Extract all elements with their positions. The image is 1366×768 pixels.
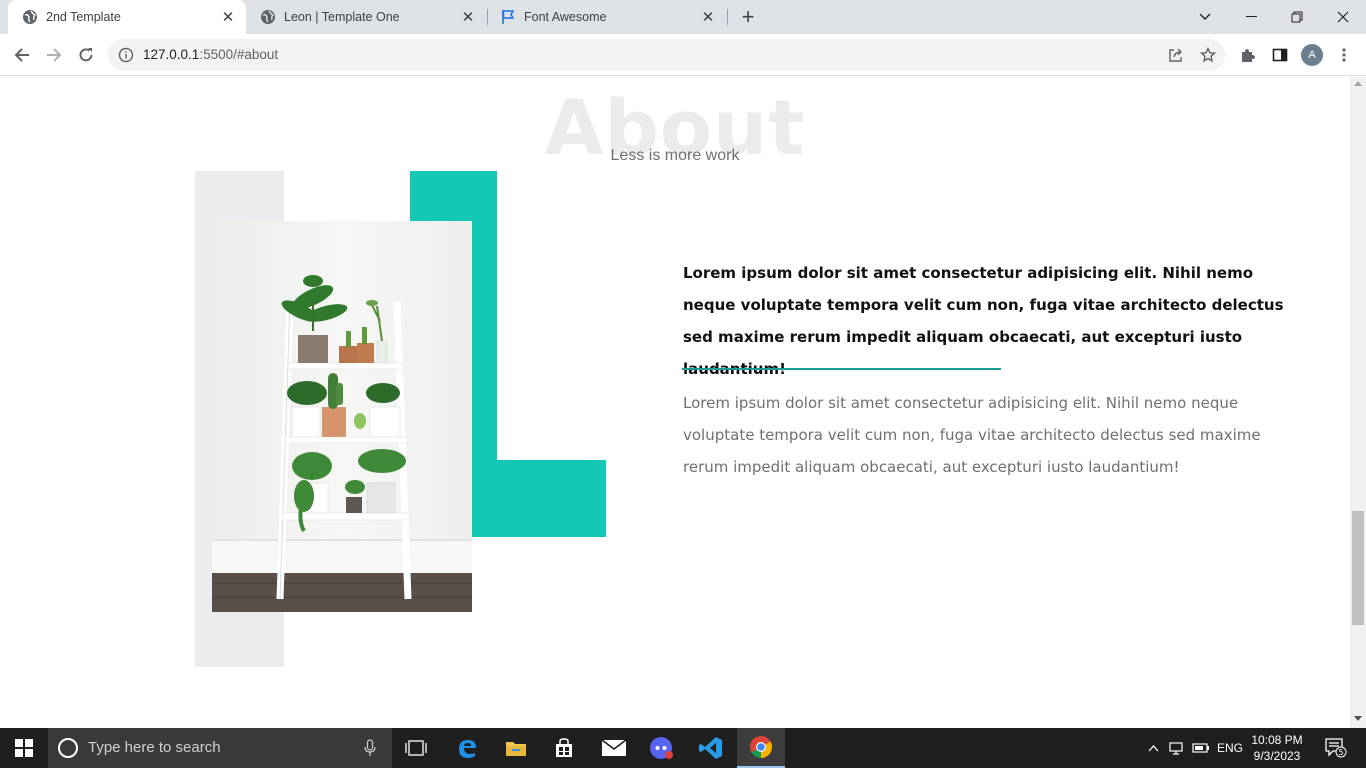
back-arrow-icon[interactable]: [8, 41, 36, 69]
tab-strip: 2nd Template ✕ Leon | Template One ✕ Fon…: [0, 0, 1366, 34]
tab-search-chevron-icon[interactable]: [1182, 0, 1228, 34]
restore-button[interactable]: [1274, 0, 1320, 34]
globe-icon: [260, 9, 276, 25]
bookmark-star-icon[interactable]: [1194, 41, 1222, 69]
browser-toolbar: 127.0.0.1:5500/#about: [0, 34, 1366, 76]
show-hidden-icons-chevron-icon[interactable]: [1144, 728, 1162, 768]
tab-separator: [727, 9, 728, 25]
forward-arrow-icon[interactable]: [40, 41, 68, 69]
close-tab-icon[interactable]: ✕: [218, 7, 238, 27]
discord-app-icon[interactable]: [638, 728, 686, 768]
chrome-browser-icon[interactable]: [737, 728, 785, 768]
about-bold-paragraph: Lorem ipsum dolor sit amet consectetur a…: [683, 264, 1284, 378]
mail-icon[interactable]: [590, 728, 638, 768]
microphone-icon[interactable]: [364, 739, 376, 757]
notification-center-icon[interactable]: 5: [1318, 728, 1354, 768]
extensions-puzzle-icon[interactable]: [1234, 41, 1262, 69]
section-subtitle: Less is more work: [610, 147, 740, 164]
reload-icon[interactable]: [72, 41, 100, 69]
new-tab-button[interactable]: +: [736, 4, 760, 29]
battery-icon[interactable]: [1190, 728, 1212, 768]
site-info-icon[interactable]: [118, 47, 134, 63]
microsoft-store-icon[interactable]: [540, 728, 588, 768]
tab-font-awesome[interactable]: Font Awesome ✕: [486, 0, 726, 34]
cortana-circle-icon: [58, 738, 78, 758]
taskbar-search-box[interactable]: Type here to search: [48, 728, 392, 768]
about-image: [212, 221, 472, 612]
flag-icon: [500, 9, 516, 25]
globe-icon: [22, 9, 38, 25]
tab-leon-template-one[interactable]: Leon | Template One ✕: [246, 0, 486, 34]
scrollbar-thumb[interactable]: [1352, 511, 1364, 625]
input-language[interactable]: ENG: [1214, 728, 1246, 768]
profile-avatar[interactable]: A: [1301, 44, 1323, 66]
network-icon[interactable]: [1166, 728, 1188, 768]
taskbar-clock[interactable]: 10:08 PM 9/3/2023: [1248, 732, 1306, 764]
menu-kebab-icon[interactable]: [1330, 41, 1358, 69]
scroll-down-arrow-icon[interactable]: [1354, 716, 1362, 721]
vscode-icon[interactable]: [687, 728, 735, 768]
windows-start-icon[interactable]: [0, 728, 48, 768]
address-bar[interactable]: 127.0.0.1:5500/#about: [108, 39, 1225, 71]
page-scrollbar[interactable]: [1350, 77, 1366, 728]
edge-browser-icon[interactable]: [443, 728, 491, 768]
url-text: 127.0.0.1:5500/#about: [143, 47, 279, 62]
task-view-icon[interactable]: [392, 728, 440, 768]
close-tab-icon[interactable]: ✕: [698, 7, 718, 27]
side-panel-icon[interactable]: [1266, 41, 1294, 69]
about-paragraph: Lorem ipsum dolor sit amet consectetur a…: [683, 394, 1261, 476]
close-window-button[interactable]: [1320, 0, 1366, 34]
share-icon[interactable]: [1162, 41, 1190, 69]
file-explorer-icon[interactable]: [492, 728, 540, 768]
page-viewport: About Less is more work Lorem ipsum dolo…: [0, 77, 1350, 728]
tab-2nd-template[interactable]: 2nd Template ✕: [8, 0, 246, 34]
windows-taskbar: Type here to search ENG 10:08 PM 9/3/202…: [0, 728, 1366, 768]
scroll-up-arrow-icon[interactable]: [1354, 81, 1362, 86]
section-divider: [682, 368, 1001, 370]
minimize-button[interactable]: [1228, 0, 1274, 34]
notification-count: 5: [1338, 748, 1343, 757]
close-tab-icon[interactable]: ✕: [458, 7, 478, 27]
